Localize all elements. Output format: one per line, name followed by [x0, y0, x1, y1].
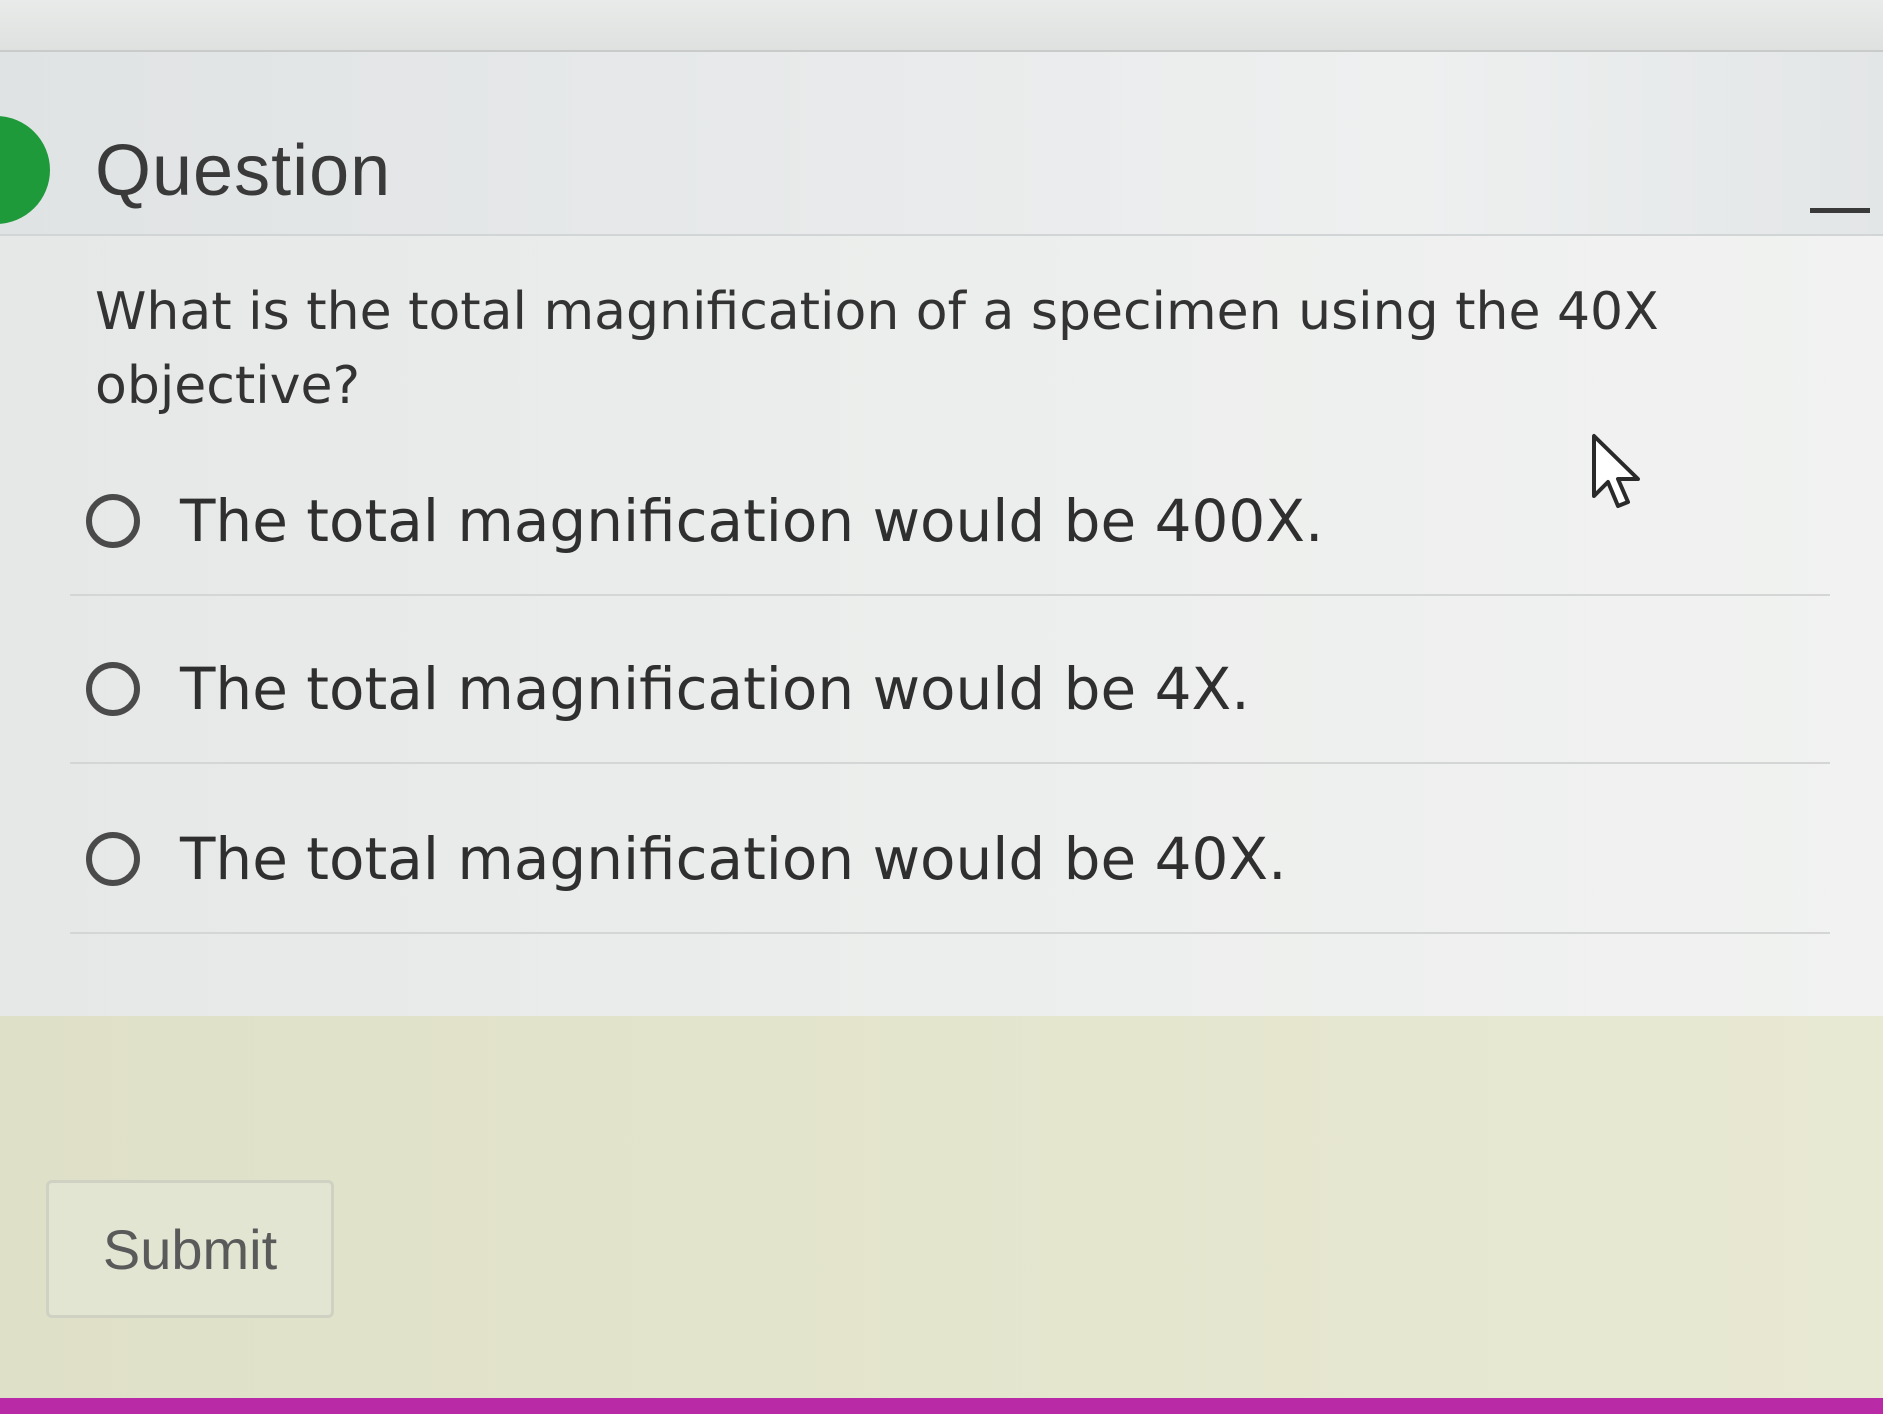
mouse-pointer-icon	[1592, 434, 1640, 508]
question-text: What is the total magnification of a spe…	[95, 282, 1659, 416]
bottom-accent-bar	[0, 1398, 1883, 1414]
top-strip	[0, 0, 1883, 52]
answer-option-1[interactable]: The total magnification would be 400X.	[70, 446, 1830, 596]
page-title: Question	[95, 131, 392, 211]
submit-button[interactable]: Submit	[46, 1180, 334, 1318]
option-label: The total magnification would be 40X.	[180, 825, 1287, 893]
option-label: The total magnification would be 4X.	[180, 655, 1250, 723]
option-label: The total magnification would be 400X.	[180, 487, 1324, 555]
question-header: Question	[0, 52, 1883, 236]
minimize-icon[interactable]	[1810, 208, 1870, 213]
radio-button[interactable]	[86, 832, 140, 886]
radio-button[interactable]	[86, 494, 140, 548]
radio-button[interactable]	[86, 662, 140, 716]
status-indicator-icon	[0, 116, 50, 224]
answer-option-2[interactable]: The total magnification would be 4X.	[70, 614, 1830, 764]
answer-option-3[interactable]: The total magnification would be 40X.	[70, 784, 1830, 934]
